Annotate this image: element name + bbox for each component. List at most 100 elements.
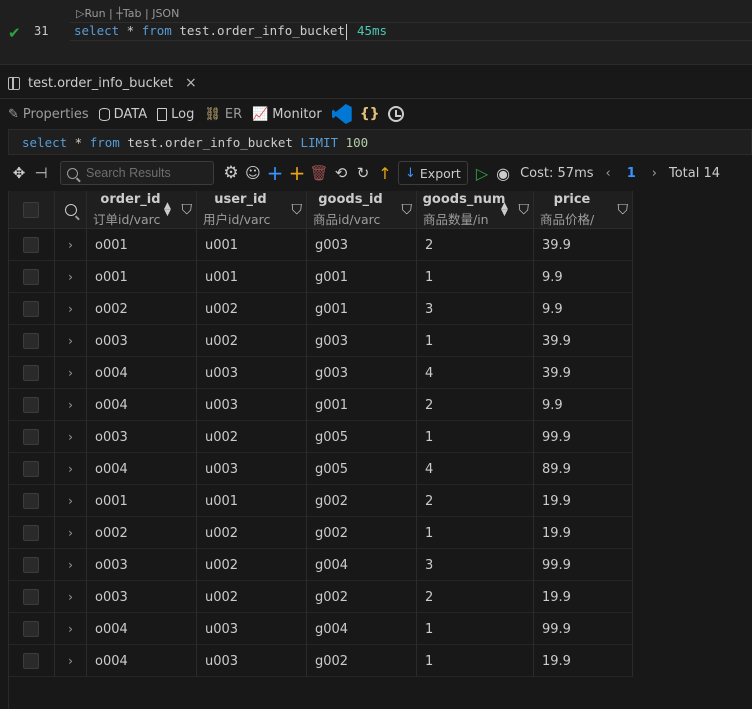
chevron-right-icon[interactable]: › [68,654,73,668]
json-braces-icon[interactable]: {} [360,106,380,122]
user-icon[interactable]: ☺ [242,162,264,184]
goods-num-cell[interactable]: 4 [417,357,534,389]
order-id-cell[interactable]: o004 [87,389,197,421]
user-id-cell[interactable]: u003 [197,389,307,421]
price-cell[interactable]: 19.9 [534,581,633,613]
price-cell[interactable]: 39.9 [534,357,633,389]
price-cell[interactable]: 99.9 [534,613,633,645]
price-cell[interactable]: 99.9 [534,421,633,453]
chevron-right-icon[interactable]: › [68,270,73,284]
goods-num-cell[interactable]: 2 [417,389,534,421]
user-id-cell[interactable]: u002 [197,325,307,357]
move-icon[interactable]: ✥ [8,162,30,184]
run-icon[interactable]: ▷ [476,164,488,183]
user-id-cell[interactable]: u001 [197,229,307,261]
vscode-icon[interactable] [331,104,352,124]
eye-icon[interactable]: ◉ [496,164,510,183]
goods-id-cell[interactable]: g001 [307,261,417,293]
goods-num-cell[interactable]: 4 [417,453,534,485]
table-row[interactable]: › o002 u002 g002 1 19.9 [8,517,633,549]
order-id-cell[interactable]: o003 [87,581,197,613]
tab-log[interactable]: Log [157,107,194,122]
goods-num-cell[interactable]: 1 [417,645,534,677]
page-number[interactable]: 1 [627,166,636,181]
table-row[interactable]: › o001 u001 g003 2 39.9 [8,229,633,261]
price-cell[interactable]: 19.9 [534,485,633,517]
goods-id-cell[interactable]: g004 [307,613,417,645]
user-id-cell[interactable]: u003 [197,357,307,389]
goods-id-cell[interactable]: g003 [307,229,417,261]
user-id-cell[interactable]: u002 [197,549,307,581]
row-checkbox[interactable] [23,557,39,573]
chevron-right-icon[interactable]: › [68,334,73,348]
row-checkbox[interactable] [23,365,39,381]
chevron-right-icon[interactable]: › [68,366,73,380]
table-row[interactable]: › o004 u003 g003 4 39.9 [8,357,633,389]
tab-monitor[interactable]: 📈 Monitor [252,107,322,122]
column-header-order-id[interactable]: order_id 订单id/varc ▲ ▼ ⛉ [87,191,197,229]
goods-num-cell[interactable]: 3 [417,293,534,325]
goods-num-cell[interactable]: 2 [417,485,534,517]
price-cell[interactable]: 9.9 [534,261,633,293]
column-header-user-id[interactable]: user_id 用户id/varc ⛉ [197,191,307,229]
row-checkbox[interactable] [23,621,39,637]
user-id-cell[interactable]: u003 [197,453,307,485]
chevron-right-icon[interactable]: › [68,558,73,572]
filter-icon[interactable]: ⛉ [618,202,629,218]
price-cell[interactable]: 19.9 [534,517,633,549]
chevron-right-icon[interactable]: › [68,238,73,252]
code-line[interactable]: select * from test.order_info_bucket 45ms [74,23,387,40]
tab-properties[interactable]: ✎ Properties [8,107,89,122]
filter-icon[interactable]: ⛉ [402,202,413,218]
user-id-cell[interactable]: u002 [197,581,307,613]
search-box[interactable] [60,161,214,185]
chevron-left-icon[interactable]: ‹ [606,166,611,181]
add-row-icon[interactable]: + [264,161,286,185]
order-id-cell[interactable]: o002 [87,293,197,325]
row-checkbox[interactable] [23,397,39,413]
table-row[interactable]: › o001 u001 g002 2 19.9 [8,485,633,517]
chevron-right-icon[interactable]: › [68,398,73,412]
codelens-actions[interactable]: ▷Run | ┼Tab | JSON [76,7,179,20]
delete-icon[interactable]: 🗑 [308,162,330,184]
user-id-cell[interactable]: u002 [197,517,307,549]
order-id-cell[interactable]: o002 [87,517,197,549]
table-row[interactable]: › o003 u002 g004 3 99.9 [8,549,633,581]
price-cell[interactable]: 9.9 [534,293,633,325]
goods-id-cell[interactable]: g003 [307,357,417,389]
pin-icon[interactable]: ⊣ [30,162,52,184]
goods-id-cell[interactable]: g002 [307,645,417,677]
table-row[interactable]: › o001 u001 g001 1 9.9 [8,261,633,293]
row-checkbox[interactable] [23,653,39,669]
chevron-right-icon[interactable]: › [68,494,73,508]
gear-icon[interactable]: ⚙ [220,162,242,184]
table-row[interactable]: › o003 u002 g002 2 19.9 [8,581,633,613]
row-checkbox[interactable] [23,525,39,541]
table-row[interactable]: › o004 u003 g001 2 9.9 [8,389,633,421]
goods-id-cell[interactable]: g004 [307,549,417,581]
goods-id-cell[interactable]: g001 [307,389,417,421]
goods-id-cell[interactable]: g003 [307,325,417,357]
result-tab[interactable]: test.order_info_bucket × [8,71,197,95]
sort-icon[interactable]: ▲ ▼ [501,202,509,218]
goods-id-cell[interactable]: g002 [307,581,417,613]
chevron-right-icon[interactable]: › [68,302,73,316]
table-row[interactable]: › o003 u002 g003 1 39.9 [8,325,633,357]
price-cell[interactable]: 39.9 [534,229,633,261]
search-input[interactable] [86,166,206,180]
order-id-cell[interactable]: o003 [87,549,197,581]
filter-icon[interactable]: ⛉ [519,202,530,218]
price-cell[interactable]: 99.9 [534,549,633,581]
goods-id-cell[interactable]: g002 [307,485,417,517]
select-all-checkbox[interactable] [23,202,39,218]
filter-icon[interactable]: ⛉ [292,202,303,218]
upload-icon[interactable]: ↑ [374,162,396,184]
row-checkbox[interactable] [23,269,39,285]
price-cell[interactable]: 19.9 [534,645,633,677]
filter-icon[interactable]: ⛉ [182,202,193,218]
goods-num-cell[interactable]: 1 [417,517,534,549]
price-cell[interactable]: 9.9 [534,389,633,421]
order-id-cell[interactable]: o001 [87,485,197,517]
row-checkbox[interactable] [23,333,39,349]
refresh-icon[interactable]: ↻ [352,162,374,184]
